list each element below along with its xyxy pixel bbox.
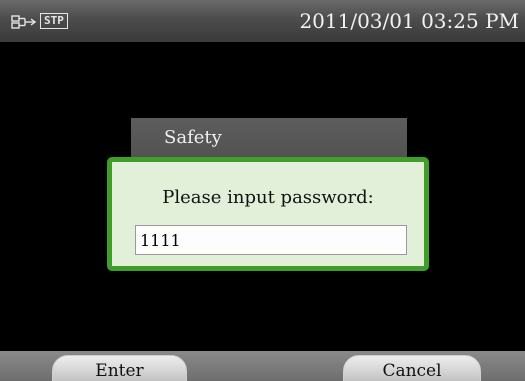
softkey-bar: Enter Cancel: [0, 351, 525, 381]
password-dialog: Please input password:: [107, 157, 429, 271]
dialog-title: Safety: [164, 127, 222, 148]
password-prompt: Please input password:: [162, 187, 374, 208]
status-bar: STP 2011/03/01 03:25 PM: [0, 0, 525, 42]
usb-icon: [11, 14, 37, 29]
dialog-header: Safety: [131, 118, 407, 158]
status-icons: STP: [11, 13, 68, 29]
datetime-display: 2011/03/01 03:25 PM: [299, 9, 519, 33]
stp-badge: STP: [40, 13, 68, 29]
device-screen: STP 2011/03/01 03:25 PM Safety Please in…: [0, 0, 525, 381]
enter-button[interactable]: Enter: [52, 355, 187, 381]
password-input[interactable]: [135, 225, 407, 255]
cancel-button[interactable]: Cancel: [343, 355, 481, 381]
